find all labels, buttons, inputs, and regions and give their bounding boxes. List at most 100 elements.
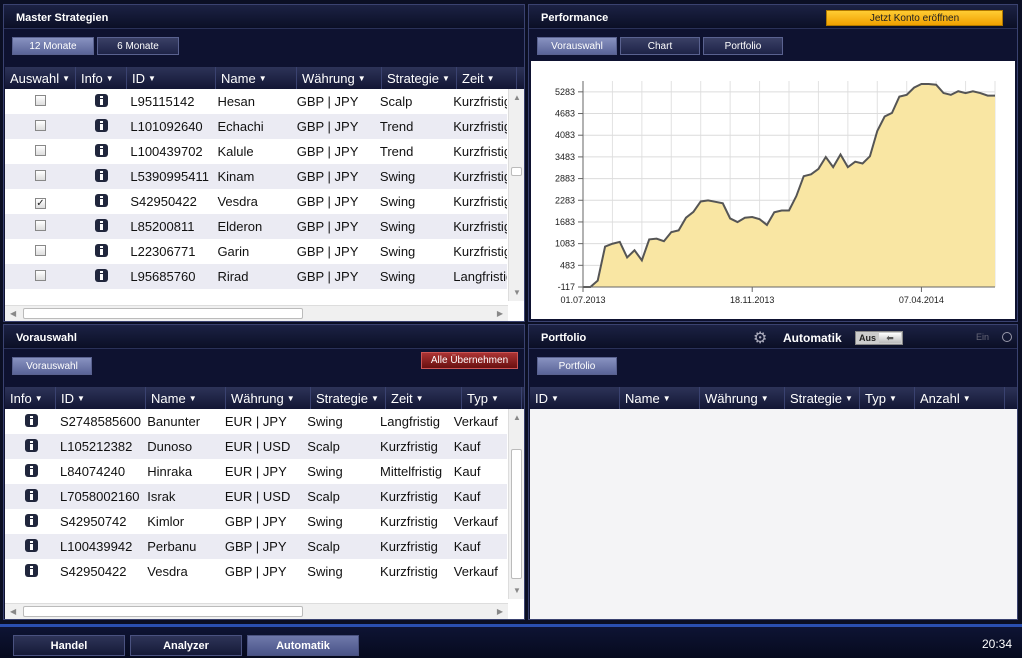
info-icon[interactable] xyxy=(95,168,109,182)
vorauswahl-horizontal-scrollbar[interactable]: ◀ ▶ xyxy=(5,603,508,619)
table-row[interactable]: L100439702 Kalule GBP | JPY Trend Kurzfristi… xyxy=(5,139,507,164)
select-cell[interactable]: ✓ xyxy=(5,194,75,209)
info-icon[interactable] xyxy=(95,118,109,132)
master-vertical-scrollbar[interactable]: ▲ ▼ xyxy=(508,89,524,301)
select-cell[interactable] xyxy=(5,219,75,234)
column-header[interactable]: Name ▼ xyxy=(216,67,297,89)
checkbox[interactable] xyxy=(35,120,46,131)
info-cell[interactable] xyxy=(75,168,125,185)
info-cell[interactable] xyxy=(75,93,125,110)
info-icon[interactable] xyxy=(95,193,109,207)
select-cell[interactable] xyxy=(5,94,75,109)
sort-arrow-icon[interactable]: ▼ xyxy=(663,394,671,403)
info-icon[interactable] xyxy=(25,538,38,552)
column-header[interactable]: ID ▼ xyxy=(56,387,146,409)
toggle-knob-icon[interactable]: ⬅ xyxy=(879,333,901,343)
scroll-thumb[interactable] xyxy=(511,449,522,579)
info-cell[interactable] xyxy=(5,413,55,430)
tab-vorauswahl[interactable]: Vorauswahl xyxy=(537,37,617,55)
info-icon[interactable] xyxy=(95,93,109,107)
sort-arrow-icon[interactable]: ▼ xyxy=(551,394,559,403)
info-icon[interactable] xyxy=(25,513,38,527)
sort-arrow-icon[interactable]: ▼ xyxy=(889,394,897,403)
checkbox[interactable] xyxy=(35,245,46,256)
select-cell[interactable] xyxy=(5,169,75,184)
sort-arrow-icon[interactable]: ▼ xyxy=(287,394,295,403)
sort-arrow-icon[interactable]: ▼ xyxy=(963,394,971,403)
sort-arrow-icon[interactable]: ▼ xyxy=(761,394,769,403)
tab-12-monate[interactable]: 12 Monate xyxy=(12,37,94,55)
scroll-down-icon[interactable]: ▼ xyxy=(513,288,521,297)
sort-arrow-icon[interactable]: ▼ xyxy=(35,394,43,403)
sort-arrow-icon[interactable]: ▼ xyxy=(845,394,853,403)
sort-arrow-icon[interactable]: ▼ xyxy=(189,394,197,403)
column-header[interactable]: Strategie ▼ xyxy=(382,67,457,89)
table-row[interactable]: L95685760 Rirad GBP | JPY Swing Langfristig xyxy=(5,264,507,289)
info-cell[interactable] xyxy=(5,513,55,530)
master-horizontal-scrollbar[interactable]: ◀ ▶ xyxy=(5,305,508,321)
scroll-thumb[interactable] xyxy=(23,308,303,319)
tab-portfolio[interactable]: Portfolio xyxy=(703,37,783,55)
column-header[interactable]: Info ▼ xyxy=(5,387,56,409)
scroll-up-icon[interactable]: ▲ xyxy=(513,413,521,422)
scroll-thumb[interactable] xyxy=(23,606,303,617)
apply-all-button[interactable]: Alle Übernehmen xyxy=(421,352,518,369)
column-header[interactable]: Name ▼ xyxy=(146,387,226,409)
sort-arrow-icon[interactable]: ▼ xyxy=(106,74,114,83)
column-header[interactable]: Zeit ▼ xyxy=(457,67,517,89)
sort-arrow-icon[interactable]: ▼ xyxy=(487,74,495,83)
info-icon[interactable] xyxy=(25,413,38,427)
scroll-thumb[interactable] xyxy=(511,167,522,176)
info-cell[interactable] xyxy=(75,193,125,210)
tab-handel[interactable]: Handel xyxy=(13,635,125,656)
sort-arrow-icon[interactable]: ▼ xyxy=(491,394,499,403)
info-icon[interactable] xyxy=(25,463,38,477)
info-icon[interactable] xyxy=(95,268,109,282)
info-cell[interactable] xyxy=(5,463,55,480)
info-cell[interactable] xyxy=(5,563,55,580)
column-header[interactable]: Anzahl ▼ xyxy=(915,387,1005,409)
column-header[interactable]: Zeit ▼ xyxy=(386,387,462,409)
scroll-right-icon[interactable]: ▶ xyxy=(497,607,503,616)
checkbox[interactable] xyxy=(35,220,46,231)
sort-arrow-icon[interactable]: ▼ xyxy=(416,394,424,403)
table-row[interactable]: L100439942 Perbanu GBP | JPY Scalp Kurzfrist… xyxy=(5,534,507,559)
column-header[interactable]: Info ▼ xyxy=(76,67,127,89)
table-row[interactable]: ✓ S42950422 Vesdra GBP | JPY Swing Kurzfristi… xyxy=(5,189,507,214)
column-header[interactable]: Währung ▼ xyxy=(297,67,382,89)
column-header[interactable]: ID ▼ xyxy=(530,387,620,409)
table-row[interactable]: S2748585600 Banunter EUR | JPY Swing Langfri… xyxy=(5,409,507,434)
checkbox[interactable] xyxy=(35,95,46,106)
sort-arrow-icon[interactable]: ▼ xyxy=(358,74,366,83)
tab-analyzer[interactable]: Analyzer xyxy=(130,635,242,656)
scroll-right-icon[interactable]: ▶ xyxy=(497,309,503,318)
scroll-up-icon[interactable]: ▲ xyxy=(513,93,521,102)
tab-chart[interactable]: Chart xyxy=(620,37,700,55)
table-row[interactable]: L84074240 Hinraka EUR | JPY Swing Mittelfris… xyxy=(5,459,507,484)
table-row[interactable]: L101092640 Echachi GBP | JPY Trend Kurzfrist… xyxy=(5,114,507,139)
table-row[interactable]: S42950742 Kimlor GBP | JPY Swing Kurzfristig… xyxy=(5,509,507,534)
info-cell[interactable] xyxy=(75,218,125,235)
tab-automatik[interactable]: Automatik xyxy=(247,635,359,656)
sort-arrow-icon[interactable]: ▼ xyxy=(442,74,450,83)
info-cell[interactable] xyxy=(5,438,55,455)
info-cell[interactable] xyxy=(5,488,55,505)
scroll-down-icon[interactable]: ▼ xyxy=(513,586,521,595)
sort-arrow-icon[interactable]: ▼ xyxy=(148,74,156,83)
column-header[interactable]: Strategie ▼ xyxy=(311,387,386,409)
table-row[interactable]: L85200811 Elderon GBP | JPY Swing Kurzfristi… xyxy=(5,214,507,239)
info-cell[interactable] xyxy=(75,243,125,260)
info-icon[interactable] xyxy=(95,143,109,157)
checkbox[interactable] xyxy=(35,270,46,281)
column-header[interactable]: Typ ▼ xyxy=(860,387,915,409)
table-row[interactable]: L105212382 Dunoso EUR | USD Scalp Kurzfristi… xyxy=(5,434,507,459)
table-row[interactable]: L7058002160 Israk EUR | USD Scalp Kurzfristi… xyxy=(5,484,507,509)
column-header[interactable]: Auswahl ▼ xyxy=(5,67,76,89)
info-icon[interactable] xyxy=(95,218,109,232)
info-icon[interactable] xyxy=(25,488,38,502)
select-cell[interactable] xyxy=(5,244,75,259)
info-icon[interactable] xyxy=(25,563,38,577)
checkbox[interactable] xyxy=(35,145,46,156)
info-cell[interactable] xyxy=(75,268,125,285)
tab-portfolio-list[interactable]: Portfolio xyxy=(537,357,617,375)
